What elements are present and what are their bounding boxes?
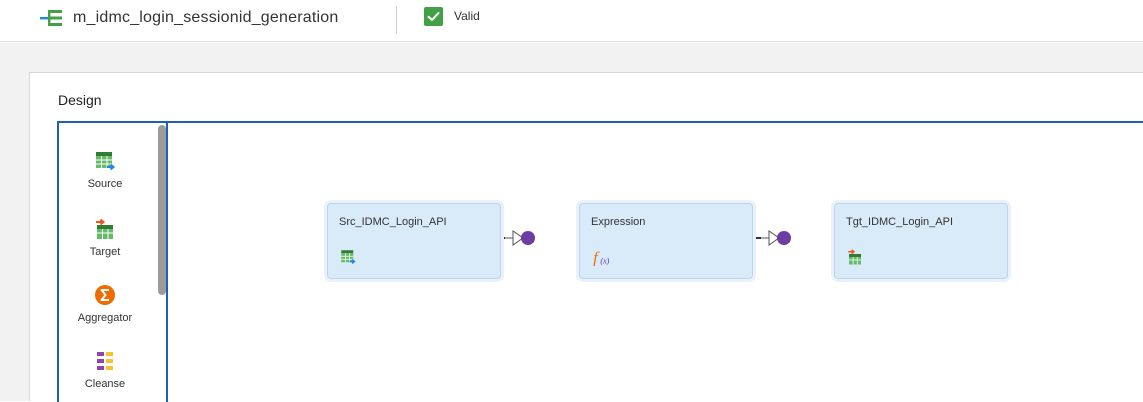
mapping-title: m_idmc_login_sessionid_generation <box>73 9 339 26</box>
transformation-palette: Source Target Aggregator Cleanse <box>57 123 168 402</box>
aggregator-icon <box>95 285 115 305</box>
palette-item-cleanse[interactable]: Cleanse <box>59 349 151 390</box>
palette-item-source[interactable]: Source <box>59 149 151 190</box>
palette-item-label: Cleanse <box>84 378 126 390</box>
header-divider <box>396 6 397 34</box>
mapping-icon <box>40 10 62 26</box>
target-icon <box>848 249 861 265</box>
node-title: Expression <box>591 216 646 228</box>
palette-item-label: Aggregator <box>77 312 133 324</box>
node-title: Tgt_IDMC_Login_API <box>846 216 953 228</box>
palette-scrollbar[interactable] <box>158 125 166 295</box>
top-bar: m_idmc_login_sessionid_generation Valid <box>0 0 1143 42</box>
source-icon <box>96 152 116 171</box>
expression-icon: f (x) <box>593 248 609 266</box>
source-icon <box>341 250 356 264</box>
mapping-canvas[interactable]: Src_IDMC_Login_API Expression f (x) Tgt_… <box>170 125 1143 402</box>
expression-node[interactable]: Expression f (x) <box>579 203 753 279</box>
cleanse-icon <box>97 352 113 370</box>
valid-check-icon <box>424 7 443 26</box>
design-title: Design <box>58 92 102 108</box>
design-divider <box>57 121 1143 123</box>
svg-text:f: f <box>593 248 600 266</box>
status-text: Valid <box>454 9 480 23</box>
palette-item-target[interactable]: Target <box>59 217 151 258</box>
target-node[interactable]: Tgt_IDMC_Login_API <box>834 203 1008 279</box>
source-node[interactable]: Src_IDMC_Login_API <box>327 203 501 279</box>
palette-item-label: Source <box>87 178 123 190</box>
palette-item-label: Target <box>89 246 121 258</box>
node-title: Src_IDMC_Login_API <box>339 216 447 228</box>
workspace: Design Source Target Aggregator Cleanse … <box>0 43 1143 402</box>
design-panel: Design Source Target Aggregator Cleanse … <box>29 72 1143 402</box>
svg-text:(x): (x) <box>600 256 609 265</box>
palette-item-aggregator[interactable]: Aggregator <box>59 283 151 324</box>
target-icon <box>96 218 113 239</box>
